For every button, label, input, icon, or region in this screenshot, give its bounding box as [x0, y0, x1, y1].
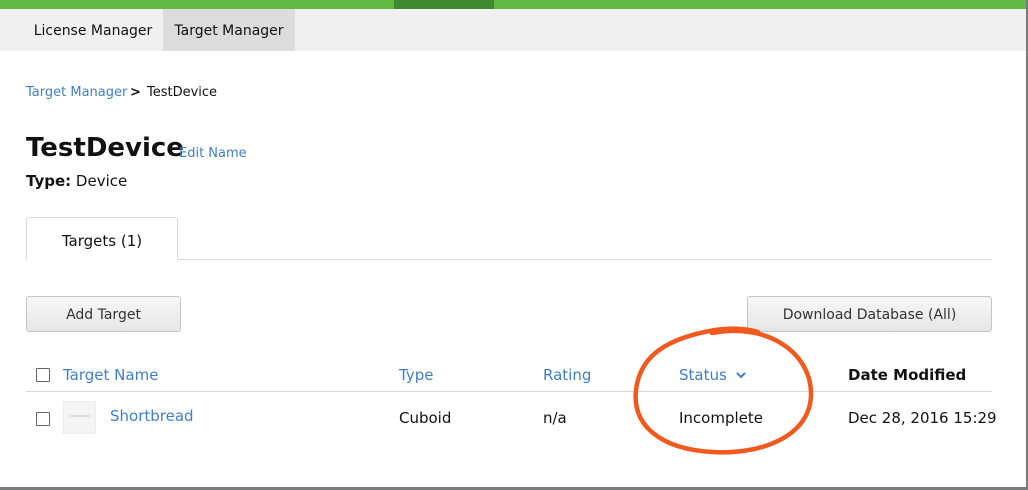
top-accent-segment — [394, 0, 494, 9]
column-header-date-modified[interactable]: Date Modified — [848, 366, 966, 384]
page-title: TestDevice — [26, 133, 184, 163]
status-header-label: Status — [679, 366, 727, 384]
target-rating-cell: n/a — [543, 409, 567, 427]
target-thumbnail — [63, 401, 96, 434]
breadcrumb-current: TestDevice — [147, 85, 218, 100]
target-date-cell: Dec 28, 2016 15:29 — [848, 409, 997, 427]
target-name-link[interactable]: Shortbread — [110, 407, 194, 425]
target-status-cell: Incomplete — [679, 409, 763, 427]
column-header-rating[interactable]: Rating — [543, 366, 591, 384]
thumbnail-placeholder — [70, 415, 90, 417]
target-type-cell: Cuboid — [399, 409, 452, 427]
row-checkbox[interactable] — [36, 412, 50, 426]
breadcrumb-root-link[interactable]: Target Manager — [26, 85, 127, 100]
add-target-button[interactable]: Add Target — [26, 296, 181, 332]
column-header-type[interactable]: Type — [399, 366, 433, 384]
nav-tab-license-manager[interactable]: License Manager — [24, 9, 162, 51]
chevron-down-icon — [735, 372, 746, 379]
type-line: Type: Device — [26, 172, 127, 190]
breadcrumb-separator: > — [130, 85, 141, 100]
tab-targets[interactable]: Targets (1) — [26, 217, 178, 260]
edit-name-link[interactable]: Edit Name — [179, 146, 247, 161]
select-all-checkbox[interactable] — [36, 368, 50, 382]
header-divider — [26, 391, 992, 392]
top-accent-bar — [0, 0, 1028, 9]
column-header-status[interactable]: Status — [679, 366, 747, 384]
column-header-target-name[interactable]: Target Name — [63, 366, 158, 384]
type-value: Device — [75, 172, 128, 190]
download-database-button[interactable]: Download Database (All) — [747, 296, 992, 332]
nav-tab-target-manager[interactable]: Target Manager — [163, 9, 295, 51]
type-label: Type: — [26, 172, 72, 190]
